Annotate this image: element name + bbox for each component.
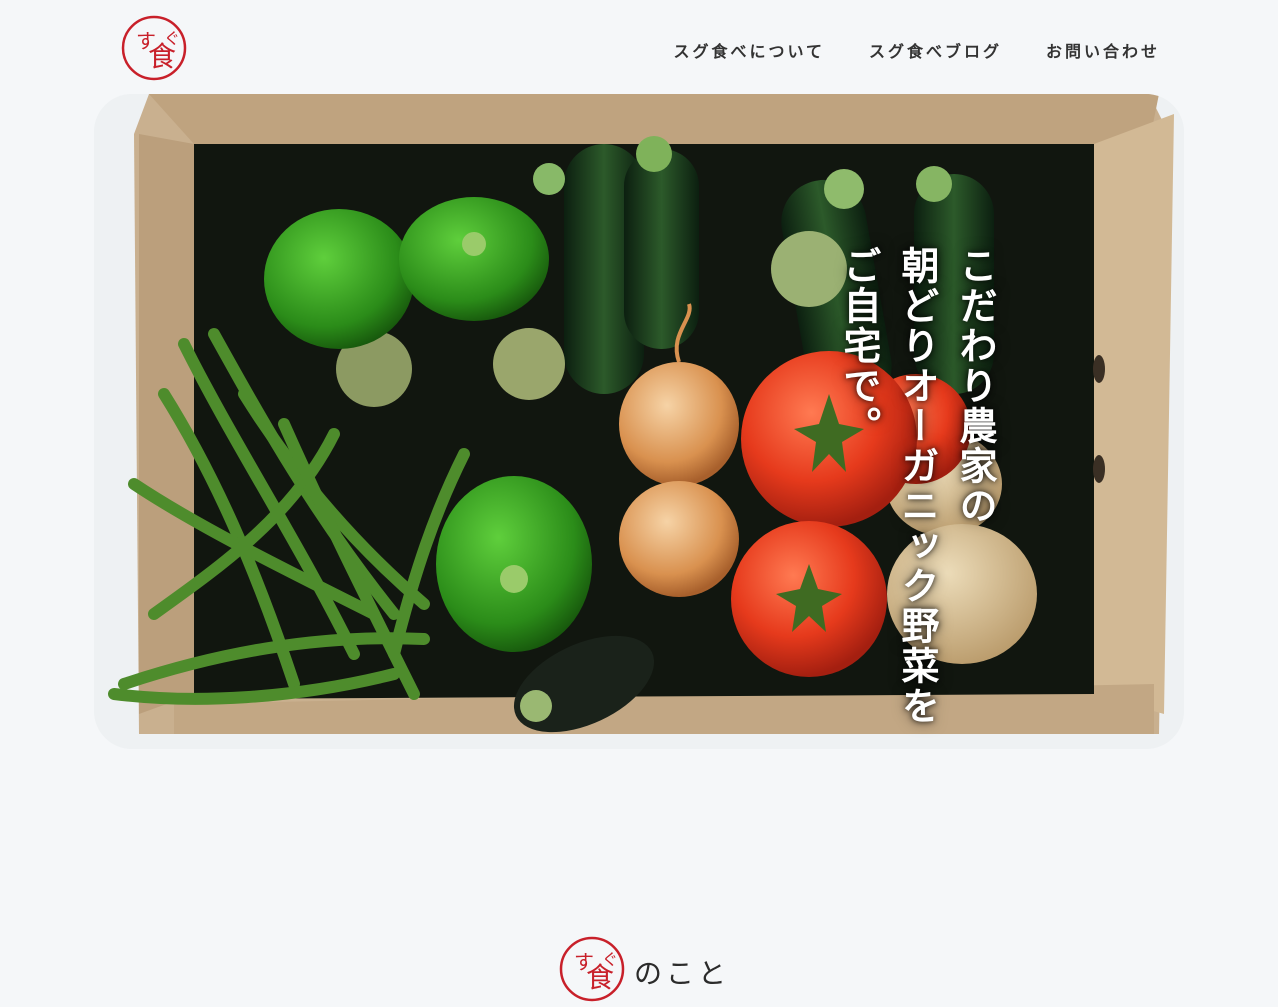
svg-text:ぐ: ぐ (602, 950, 618, 969)
nav-about[interactable]: スグ食べについて (673, 38, 825, 62)
hero-headline: こだわり農家の 朝どりオーガニック野菜を ご自宅で。 (830, 246, 1004, 749)
svg-text:ぐ: ぐ (164, 29, 180, 48)
about-section: す 食 ぐ のこと (0, 930, 1278, 1003)
hero-image (94, 94, 1184, 749)
brand-logo[interactable]: す 食 ぐ (120, 14, 188, 82)
main-nav: スグ食べについて スグ食べブログ お問い合わせ (673, 38, 1160, 62)
headline-line: こだわり農家の (953, 246, 998, 526)
site-header: す 食 ぐ スグ食べについて スグ食べブログ お問い合わせ (0, 0, 1278, 95)
headline-line: ご自宅で。 (837, 246, 882, 446)
nav-blog[interactable]: スグ食べブログ (869, 38, 1002, 62)
brand-logo-small: す 食 ぐ (558, 935, 626, 1003)
hero-banner: こだわり農家の 朝どりオーガニック野菜を ご自宅で。 (94, 94, 1184, 749)
headline-line: 朝どりオーガニック野菜を (895, 246, 940, 726)
nav-contact[interactable]: お問い合わせ (1046, 38, 1160, 62)
about-title: のこと (634, 957, 731, 990)
